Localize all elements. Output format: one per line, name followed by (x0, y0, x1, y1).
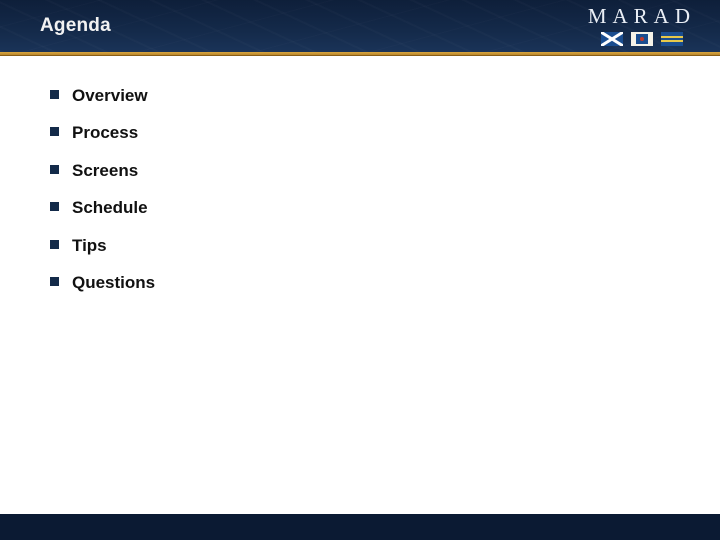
list-item-label: Screens (72, 161, 138, 180)
list-item: Overview (50, 86, 680, 106)
list-item: Process (50, 123, 680, 143)
agenda-list: Overview Process Screens Schedule Tips Q… (50, 86, 680, 293)
slide: Agenda MARAD Overview Process Screens Sc… (0, 0, 720, 540)
footer-band (0, 514, 720, 540)
list-item-label: Questions (72, 273, 155, 292)
signal-flag-icon (631, 32, 653, 46)
list-item-label: Tips (72, 236, 107, 255)
signal-flag-icon (601, 32, 623, 46)
slide-body: Overview Process Screens Schedule Tips Q… (0, 56, 720, 293)
brand-logo: MARAD (588, 4, 696, 46)
signal-flag-icon (661, 32, 683, 46)
list-item: Tips (50, 236, 680, 256)
list-item-label: Overview (72, 86, 148, 105)
list-item-label: Schedule (72, 198, 148, 217)
brand-wordmark: MARAD (588, 4, 696, 29)
list-item: Questions (50, 273, 680, 293)
brand-flag-row (601, 32, 683, 46)
list-item: Schedule (50, 198, 680, 218)
list-item-label: Process (72, 123, 138, 142)
page-title: Agenda (40, 15, 111, 37)
list-item: Screens (50, 161, 680, 181)
